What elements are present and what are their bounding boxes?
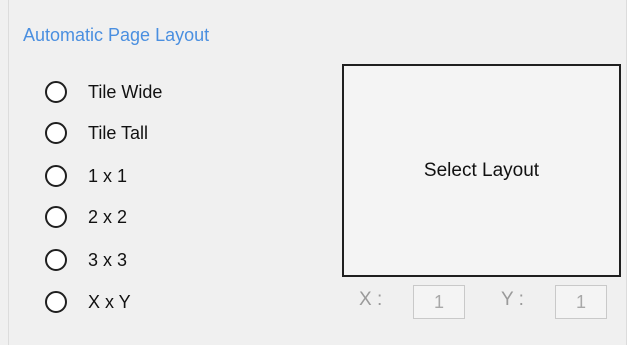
radio-circle-icon[interactable] — [45, 165, 67, 187]
radio-label: Tile Wide — [88, 81, 163, 102]
y-value-input[interactable] — [555, 285, 607, 319]
radio-label: 1 x 1 — [88, 165, 128, 186]
radio-circle-icon[interactable] — [45, 81, 67, 103]
radio-x-by-y[interactable]: X x Y — [45, 287, 131, 317]
radio-tile-wide[interactable]: Tile Wide — [45, 77, 162, 107]
radio-circle-icon[interactable] — [45, 122, 67, 144]
radio-label: 2 x 2 — [88, 206, 128, 227]
radio-label: 3 x 3 — [88, 249, 128, 270]
radio-label: Tile Tall — [88, 122, 149, 143]
x-value-input[interactable] — [413, 285, 465, 319]
y-label: Y : — [501, 289, 524, 310]
preview-text: Select Layout — [423, 159, 540, 181]
group-title: Automatic Page Layout — [23, 25, 210, 45]
x-label: X : — [359, 289, 383, 310]
layout-preview-box: Select Layout — [342, 64, 621, 277]
automatic-page-layout-group: Automatic Page Layout Tile Wide Tile Tal… — [8, 0, 627, 345]
radio-2x2[interactable]: 2 x 2 — [45, 202, 127, 232]
radio-label: X x Y — [88, 291, 131, 312]
radio-3x3[interactable]: 3 x 3 — [45, 245, 127, 275]
radio-circle-icon[interactable] — [45, 206, 67, 228]
radio-circle-icon[interactable] — [45, 291, 67, 313]
radio-1x1[interactable]: 1 x 1 — [45, 161, 127, 191]
radio-tile-tall[interactable]: Tile Tall — [45, 118, 148, 148]
radio-circle-icon[interactable] — [45, 249, 67, 271]
